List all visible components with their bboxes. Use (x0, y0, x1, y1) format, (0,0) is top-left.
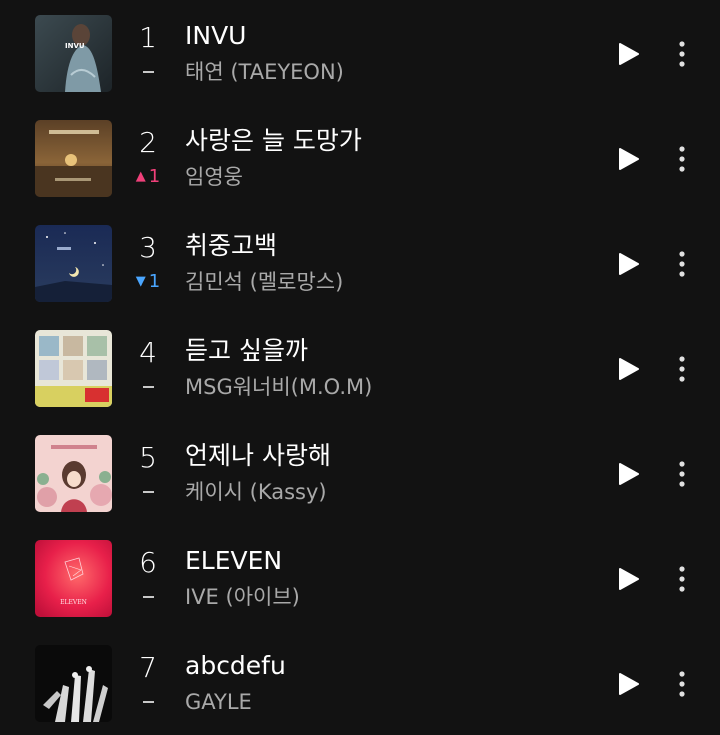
track-artist[interactable]: 임영웅 (185, 162, 243, 192)
play-icon (619, 253, 639, 275)
no-change-dash-icon (142, 71, 154, 73)
album-art[interactable] (35, 225, 112, 302)
play-icon (619, 148, 639, 170)
play-button[interactable] (614, 564, 642, 594)
track-title[interactable]: ELEVEN (185, 545, 282, 577)
album-art-image: ELEVEN (35, 540, 112, 617)
no-change-dash-icon (142, 596, 154, 598)
triangle-down-icon: ▼ (135, 274, 146, 289)
album-art[interactable] (35, 645, 112, 722)
track-title[interactable]: 사랑은 늘 도망가 (185, 125, 362, 157)
rank-number: 6 (139, 546, 157, 579)
rank-number: 5 (139, 441, 157, 474)
more-options-button[interactable] (666, 39, 698, 69)
more-options-button[interactable] (666, 249, 698, 279)
chart-list: INVU 1 INVU 태연 (TAEYEON) 2 ▲ 1 사랑은 늘 도망가… (0, 0, 720, 728)
play-icon (619, 673, 639, 695)
rank-change-down: ▼ 1 (128, 270, 168, 294)
play-icon (619, 43, 639, 65)
triangle-up-icon: ▲ (135, 169, 146, 184)
play-icon (619, 463, 639, 485)
no-change-dash-icon (142, 701, 154, 703)
no-change-dash-icon (142, 491, 154, 493)
more-vertical-icon (679, 566, 685, 592)
album-art-image: INVU (35, 15, 112, 92)
track-artist[interactable]: 태연 (TAEYEON) (185, 57, 344, 87)
track-title[interactable]: 취중고백 (185, 230, 277, 262)
more-vertical-icon (679, 671, 685, 697)
track-row[interactable]: 2 ▲ 1 사랑은 늘 도망가 임영웅 (0, 105, 720, 210)
track-artist[interactable]: GAYLE (185, 687, 252, 717)
more-vertical-icon (679, 356, 685, 382)
more-vertical-icon (679, 41, 685, 67)
rank-number: 7 (139, 651, 157, 684)
rank-change-value: 1 (148, 271, 161, 292)
track-row[interactable]: 3 ▼ 1 취중고백 김민석 (멜로망스) (0, 210, 720, 315)
rank-number: 3 (139, 231, 157, 264)
track-title[interactable]: INVU (185, 20, 246, 52)
play-icon (619, 358, 639, 380)
album-art-image (35, 225, 112, 302)
rank-number: 1 (139, 21, 157, 54)
play-button[interactable] (614, 669, 642, 699)
more-vertical-icon (679, 251, 685, 277)
more-vertical-icon (679, 146, 685, 172)
play-button[interactable] (614, 354, 642, 384)
play-icon (619, 568, 639, 590)
album-art[interactable]: INVU (35, 15, 112, 92)
rank-change-none (128, 375, 168, 399)
track-row[interactable]: 4 듣고 싶을까 MSG워너비(M.O.M) (0, 315, 720, 420)
album-art-image (35, 330, 112, 407)
play-button[interactable] (614, 144, 642, 174)
track-artist[interactable]: 김민석 (멜로망스) (185, 267, 343, 297)
track-row[interactable]: 7 abcdefu GAYLE (0, 630, 720, 735)
track-title[interactable]: 언제나 사랑해 (185, 440, 331, 472)
more-vertical-icon (679, 461, 685, 487)
track-title[interactable]: 듣고 싶을까 (185, 335, 308, 367)
rank-change-up: ▲ 1 (128, 165, 168, 189)
album-art[interactable] (35, 435, 112, 512)
album-art-image (35, 645, 112, 722)
album-art[interactable] (35, 330, 112, 407)
more-options-button[interactable] (666, 459, 698, 489)
track-artist[interactable]: 케이시 (Kassy) (185, 477, 327, 507)
album-art[interactable] (35, 120, 112, 197)
more-options-button[interactable] (666, 354, 698, 384)
more-options-button[interactable] (666, 144, 698, 174)
more-options-button[interactable] (666, 564, 698, 594)
track-row[interactable]: 5 언제나 사랑해 케이시 (Kassy) (0, 420, 720, 525)
track-artist[interactable]: IVE (아이브) (185, 582, 300, 612)
play-button[interactable] (614, 459, 642, 489)
rank-change-value: 1 (148, 166, 161, 187)
album-art-text: INVU (65, 42, 85, 50)
album-art[interactable]: ELEVEN (35, 540, 112, 617)
play-button[interactable] (614, 249, 642, 279)
album-art-text: ELEVEN (60, 599, 87, 606)
album-art-image (35, 435, 112, 512)
rank-change-none (128, 690, 168, 714)
play-button[interactable] (614, 39, 642, 69)
rank-number: 2 (139, 126, 157, 159)
track-title[interactable]: abcdefu (185, 650, 286, 682)
track-row[interactable]: INVU 1 INVU 태연 (TAEYEON) (0, 0, 720, 105)
track-row[interactable]: ELEVEN 6 ELEVEN IVE (아이브) (0, 525, 720, 630)
rank-number: 4 (139, 336, 157, 369)
track-artist[interactable]: MSG워너비(M.O.M) (185, 372, 372, 402)
rank-change-none (128, 480, 168, 504)
more-options-button[interactable] (666, 669, 698, 699)
no-change-dash-icon (142, 386, 154, 388)
rank-change-none (128, 60, 168, 84)
album-art-image (35, 120, 112, 197)
rank-change-none (128, 585, 168, 609)
